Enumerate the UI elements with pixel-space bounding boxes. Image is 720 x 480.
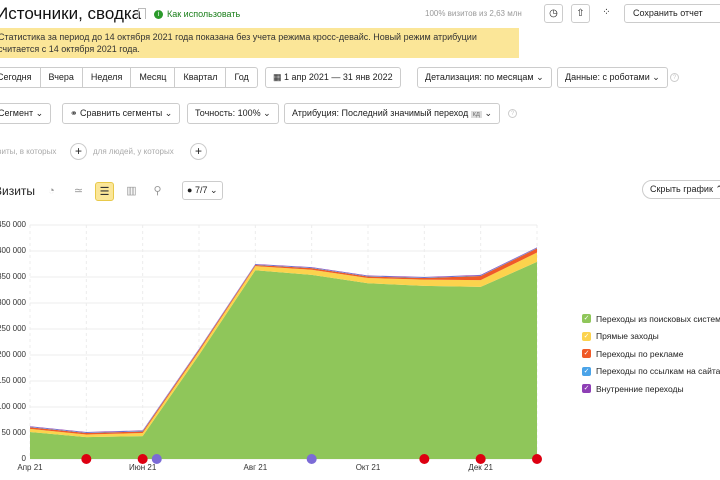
y-tick-label: 350 000 xyxy=(0,272,26,281)
y-tick-label: 0 xyxy=(21,454,26,463)
y-tick-label: 250 000 xyxy=(0,324,26,333)
y-tick-label: 450 000 xyxy=(0,220,26,229)
annotation-marker xyxy=(419,454,430,464)
legend-item[interactable]: ✓ Переходы по ссылкам на сайтах xyxy=(582,363,720,381)
legend-item[interactable]: ✓ Переходы по рекламе xyxy=(582,345,720,363)
y-tick-label: 100 000 xyxy=(0,402,26,411)
annotation-marker xyxy=(81,454,92,464)
checkbox-icon[interactable]: ✓ xyxy=(582,384,591,394)
legend-item[interactable]: ✓ Внутренние переходы xyxy=(582,380,720,398)
legend-label: Переходы по ссылкам на сайтах xyxy=(596,366,720,377)
x-tick-label: Апр 21 xyxy=(17,463,43,472)
legend-label: Внутренние переходы xyxy=(596,383,684,394)
x-tick-label: Окт 21 xyxy=(355,463,381,472)
checkbox-icon[interactable]: ✓ xyxy=(582,314,591,324)
stacked-area-chart xyxy=(29,224,542,464)
y-tick-label: 50 000 xyxy=(1,428,26,437)
checkbox-icon[interactable]: ✓ xyxy=(582,366,591,376)
checkbox-icon[interactable]: ✓ xyxy=(582,331,591,341)
y-tick-label: 200 000 xyxy=(0,350,26,359)
legend-label: Переходы по рекламе xyxy=(596,348,684,359)
x-tick-label: Авг 21 xyxy=(243,463,268,472)
annotation-marker xyxy=(306,454,317,464)
legend-label: Прямые заходы xyxy=(596,331,659,342)
legend-label: Переходы из поисковых систем xyxy=(596,313,720,324)
x-tick-label: Июн 21 xyxy=(129,463,157,472)
chart-legend: ✓ Переходы из поисковых систем ✓ Прямые зах… xyxy=(582,310,720,398)
checkbox-icon[interactable]: ✓ xyxy=(582,349,591,359)
annotation-marker xyxy=(532,454,542,464)
y-tick-label: 150 000 xyxy=(0,376,26,385)
x-tick-label: Дек 21 xyxy=(468,463,493,472)
legend-item[interactable]: ✓ Прямые заходы xyxy=(582,328,720,346)
y-tick-label: 400 000 xyxy=(0,246,26,255)
y-tick-label: 300 000 xyxy=(0,298,26,307)
legend-item[interactable]: ✓ Переходы из поисковых систем xyxy=(582,310,720,328)
area-series xyxy=(30,261,537,459)
